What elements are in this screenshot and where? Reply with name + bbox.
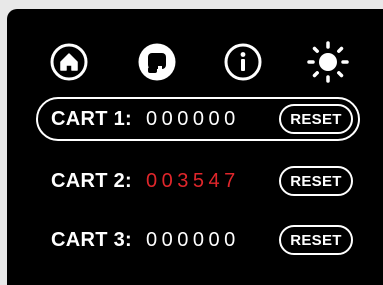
cart-2-reset-button[interactable]: RESET — [279, 166, 353, 196]
cart-3-count: 000000 — [146, 229, 240, 251]
cart-2-count: 003547 — [146, 170, 240, 192]
cart-3-reset-button[interactable]: RESET — [279, 225, 353, 255]
brightness-icon — [307, 41, 349, 83]
cart-3-label: CART 3: — [51, 229, 132, 251]
brightness-button[interactable] — [303, 37, 353, 87]
device-screen: CART 1: 000000 RESET CART 2: 003547 RESE… — [7, 9, 383, 285]
cart-1-reset-button[interactable]: RESET — [279, 104, 353, 134]
home-icon — [50, 43, 88, 81]
signage-button[interactable] — [132, 37, 182, 87]
info-icon — [224, 43, 262, 81]
cart-1-count: 000000 — [146, 108, 240, 130]
icon-toolbar — [7, 37, 383, 87]
cart-1-label: CART 1: — [51, 108, 132, 130]
sign-icon — [138, 43, 176, 81]
cart-2-label: CART 2: — [51, 170, 132, 192]
home-button[interactable] — [44, 37, 94, 87]
info-button[interactable] — [218, 37, 268, 87]
